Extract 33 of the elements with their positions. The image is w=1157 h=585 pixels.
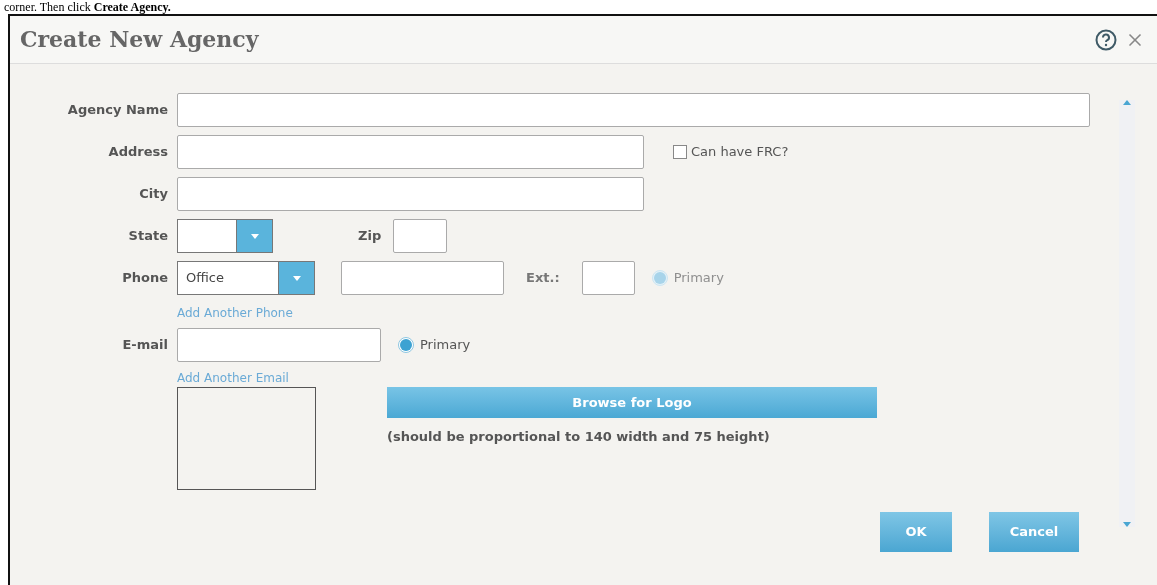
dropdown[interactable] [177,219,273,253]
browse-logo-button[interactable]: Browse for Logo [387,387,877,418]
dropdown[interactable]: Office [177,261,315,295]
field-label: E-mail [122,337,168,353]
city-field[interactable] [177,177,644,211]
field-label: Zip [358,227,382,246]
field-label: Phone [122,270,168,286]
field-label: City [139,186,168,202]
add-email-link[interactable]: Add Another Email [177,371,289,385]
email-field[interactable] [177,328,381,362]
field-label: State [128,228,168,244]
scroll-down-icon[interactable] [1123,522,1131,527]
extension-field[interactable] [581,261,635,295]
frc-checkbox[interactable]: Can have FRC? [673,142,789,162]
address-field[interactable] [177,135,644,169]
zip-field[interactable] [393,219,448,253]
primary-radio[interactable]: Primary [398,335,471,355]
dialog-button[interactable]: Cancel [989,512,1079,552]
field-label: Address [108,144,168,160]
agency-name-field[interactable] [177,93,1090,127]
add-phone-link[interactable]: Add Another Phone [177,306,293,320]
field-label: Ext.: [526,269,560,288]
field-label: Agency Name [67,102,168,118]
dialog-button[interactable]: OK [880,512,952,552]
help-icon[interactable] [1095,28,1117,51]
scroll-up-icon[interactable] [1123,100,1131,105]
phone-field[interactable] [341,261,504,295]
dialog-title: Create New Agency [20,25,259,54]
caret-icon [292,275,301,281]
instruction-text: corner. Then click Create Agency. [4,0,171,14]
scrollbar[interactable] [1119,100,1135,527]
caret-icon [250,233,259,239]
logo-size-note: (should be proportional to 140 width and 75 height) [387,428,771,446]
